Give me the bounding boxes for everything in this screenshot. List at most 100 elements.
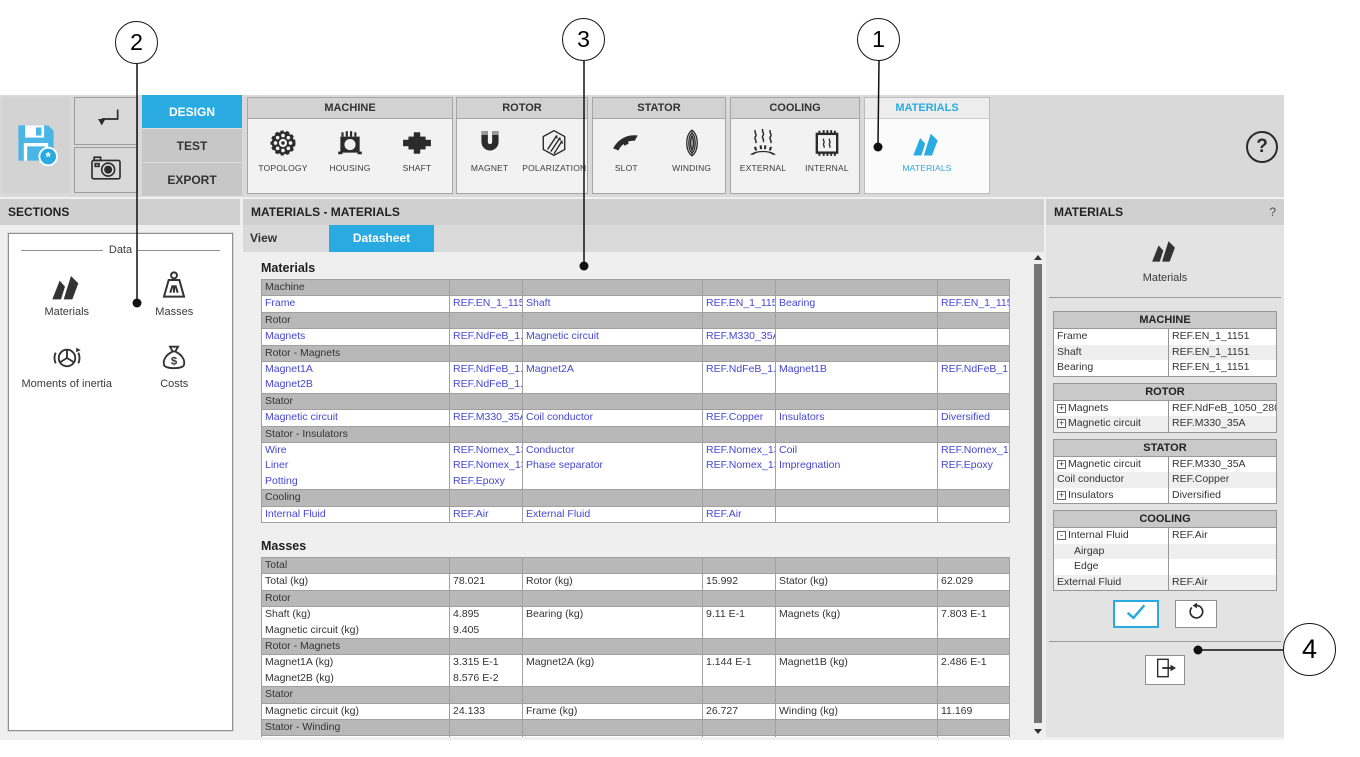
toolbar-item-shaft[interactable]: SHAFT (385, 126, 449, 173)
cell-label[interactable]: Magnet1B (776, 362, 938, 394)
tab-view[interactable]: View (243, 225, 327, 252)
scrollbar-thumb[interactable] (1034, 264, 1042, 723)
help-button[interactable]: ? (1246, 131, 1278, 163)
property-label[interactable]: +Insulators (1054, 488, 1168, 504)
toolbar-item-housing[interactable]: HOUSING (318, 126, 382, 173)
toolbar-item-materials[interactable]: MATERIALS (895, 126, 959, 173)
property-label[interactable]: Coil conductor (1054, 472, 1168, 488)
scroll-down-arrow-icon[interactable] (1034, 729, 1042, 734)
cell-label[interactable]: Magnet1AMagnet2B (262, 362, 450, 394)
cell-value[interactable]: REF.Nomex_130REF.Epoxy (938, 442, 1010, 489)
cell-value[interactable]: REF.Air (703, 506, 776, 522)
property-label[interactable]: +Magnetic circuit (1054, 416, 1168, 432)
cell-label[interactable]: Shaft (523, 296, 703, 312)
property-label[interactable]: +Magnetic circuit (1054, 457, 1168, 473)
property-value[interactable]: REF.M330_35A (1168, 416, 1276, 432)
property-value[interactable]: REF.M330_35A (1168, 457, 1276, 473)
property-value[interactable]: REF.EN_1_1151 (1168, 360, 1276, 376)
cell-label[interactable]: Magnetic circuit (262, 410, 450, 426)
cell-value[interactable]: REF.M330_35A (703, 329, 776, 345)
expand-icon[interactable]: + (1057, 419, 1066, 428)
property-label[interactable]: Edge (1054, 559, 1168, 575)
cell-value[interactable]: REF.EN_1_1151 (938, 296, 1010, 312)
property-value[interactable]: REF.Copper (1168, 472, 1276, 488)
cell-label[interactable]: Bearing (776, 296, 938, 312)
cell-value[interactable]: REF.NdFeB_1...REF.NdFeB_1... (450, 362, 523, 394)
undo-button[interactable] (74, 97, 138, 145)
cell-label[interactable]: Magnet2A (523, 362, 703, 394)
screenshot-camera-button[interactable] (74, 147, 138, 193)
collapse-icon[interactable]: - (1057, 531, 1066, 540)
scroll-up-arrow-icon[interactable] (1034, 255, 1042, 260)
cell-value[interactable] (938, 329, 1010, 345)
cell-label[interactable]: ConductorPhase separator (523, 442, 703, 489)
cell-value[interactable]: REF.Air (450, 506, 523, 522)
cell-value[interactable]: REF.EN_1_1151 (703, 296, 776, 312)
cell-value[interactable]: REF.NdFeB_1... (703, 362, 776, 394)
cell-label[interactable]: Frame (262, 296, 450, 312)
toolbar-item-winding[interactable]: WINDING (660, 126, 724, 173)
section-item-masses[interactable]: Masses (121, 268, 229, 318)
property-label[interactable]: Frame (1054, 329, 1168, 345)
vertical-scrollbar[interactable] (1033, 255, 1043, 734)
toolbar-item-external-cooling[interactable]: EXTERNAL (731, 126, 795, 173)
property-label[interactable]: -Internal Fluid (1054, 528, 1168, 544)
cell-value[interactable]: REF.Nomex_130REF.Nomex_130 (703, 442, 776, 489)
cell-label[interactable]: External Fluid (523, 506, 703, 522)
expand-icon[interactable]: + (1057, 460, 1066, 469)
cell-value[interactable]: REF.NdFeB_1... (450, 329, 523, 345)
cell-value[interactable]: REF.NdFeB_1... (938, 362, 1010, 394)
reset-button[interactable] (1175, 600, 1217, 628)
property-label[interactable]: Shaft (1054, 345, 1168, 361)
cell-label[interactable]: Magnets (262, 329, 450, 345)
cell-value[interactable]: REF.EN_1_1151 (450, 296, 523, 312)
cell-label[interactable]: Internal Fluid (262, 506, 450, 522)
property-name: Frame (1057, 329, 1087, 345)
property-label[interactable]: Bearing (1054, 360, 1168, 376)
cell-label: Magnetic circuit (kg) (262, 703, 450, 719)
property-value[interactable]: REF.NdFeB_1050_2800 (1168, 401, 1276, 417)
expand-icon[interactable]: + (1057, 491, 1066, 500)
cell-label[interactable]: CoilImpregnation (776, 442, 938, 489)
property-value[interactable]: REF.Air (1168, 575, 1276, 591)
cell-label[interactable]: WireLinerPotting (262, 442, 450, 489)
tab-test[interactable]: TEST (142, 129, 242, 163)
toolbar-item-magnet[interactable]: MAGNET (458, 126, 522, 173)
cell-value[interactable]: REF.M330_35A (450, 410, 523, 426)
property-value[interactable]: REF.EN_1_1151 (1168, 329, 1276, 345)
tab-export[interactable]: EXPORT (142, 163, 242, 197)
property-value[interactable] (1168, 559, 1276, 575)
apply-button[interactable] (1113, 600, 1159, 628)
cell-label[interactable]: Magnetic circuit (523, 329, 703, 345)
toolbar-item-topology[interactable]: TOPOLOGY (251, 126, 315, 173)
property-label[interactable]: External Fluid (1054, 575, 1168, 591)
property-label[interactable]: +Magnets (1054, 401, 1168, 417)
toolbar-item-slot[interactable]: SLOT (594, 126, 658, 173)
cell-value[interactable]: REF.Nomex_130REF.Nomex_130REF.Epoxy (450, 442, 523, 489)
toolbar-item-polarization[interactable]: POLARIZATION (522, 126, 586, 173)
cell-label[interactable] (776, 329, 938, 345)
cell-label[interactable] (776, 506, 938, 522)
tab-design[interactable]: DESIGN (142, 95, 242, 129)
section-item-materials[interactable]: Materials (13, 268, 121, 318)
group-empty-cell (776, 426, 938, 442)
cell-label[interactable]: Insulators (776, 410, 938, 426)
cell-value[interactable]: REF.Copper (703, 410, 776, 426)
tab-datasheet[interactable]: Datasheet (329, 225, 434, 252)
section-item-costs[interactable]: $ Costs (121, 340, 229, 390)
export-materials-button[interactable] (1145, 655, 1185, 685)
property-value[interactable] (1168, 544, 1276, 560)
toolbar-item-internal-cooling[interactable]: INTERNAL (795, 126, 859, 173)
save-button[interactable]: * (2, 97, 70, 193)
property-value[interactable]: REF.Air (1168, 528, 1276, 544)
property-value[interactable]: REF.EN_1_1151 (1168, 345, 1276, 361)
cell-value[interactable] (938, 506, 1010, 522)
property-value[interactable]: Diversified (1168, 488, 1276, 504)
property-label[interactable]: Airgap (1054, 544, 1168, 560)
panel-help-icon[interactable]: ? (1269, 199, 1276, 225)
cell-value[interactable]: Diversified (938, 410, 1010, 426)
section-item-moments-of-inertia[interactable]: Moments of inertia (13, 340, 121, 390)
cell-label[interactable]: Coil conductor (523, 410, 703, 426)
expand-icon[interactable]: + (1057, 404, 1066, 413)
group-empty-cell (776, 280, 938, 296)
